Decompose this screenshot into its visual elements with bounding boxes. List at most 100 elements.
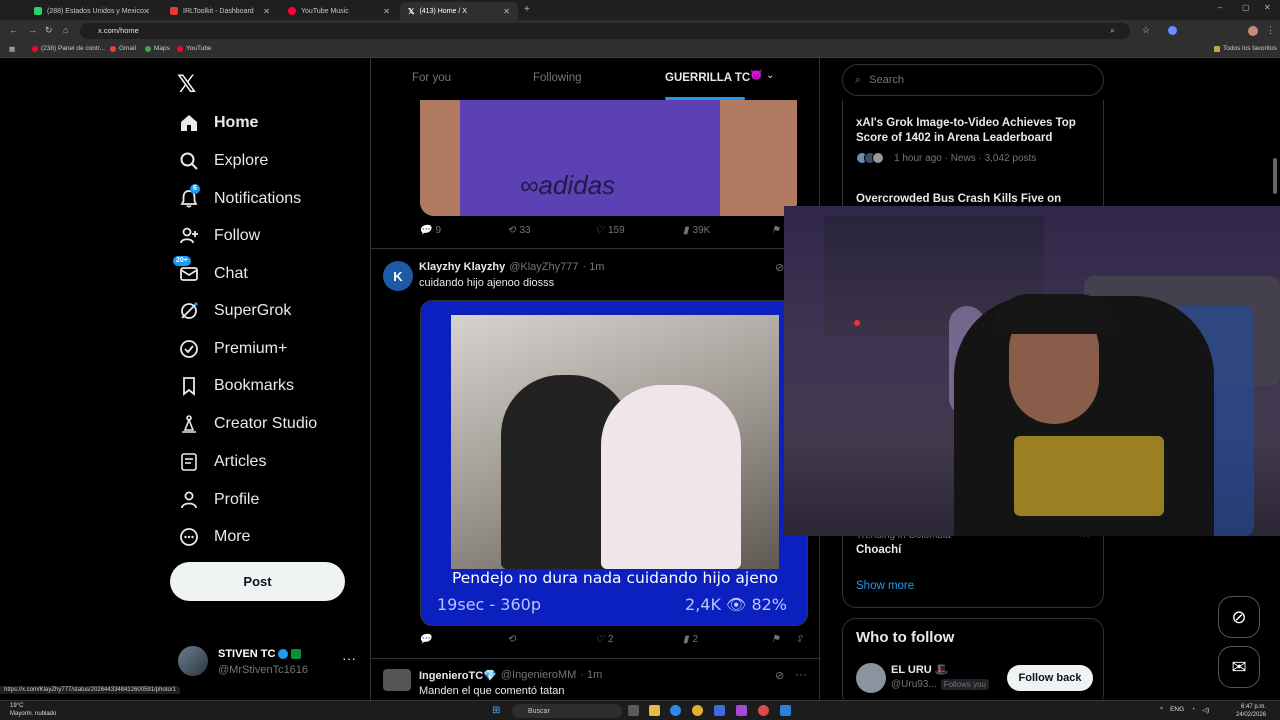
avatar[interactable] bbox=[383, 669, 411, 691]
url-input[interactable]: x.com/home bbox=[80, 23, 1130, 39]
bookmark-item[interactable]: (238) Panel de contr... bbox=[32, 45, 105, 52]
tweet-media-image[interactable]: Pendejo no dura nada cuidando hijo ajeno… bbox=[420, 300, 808, 626]
like-button[interactable]: ♡ 159 bbox=[595, 225, 625, 236]
show-more-link[interactable]: Show more bbox=[856, 580, 914, 592]
volume-icon[interactable]: ◁) bbox=[1202, 706, 1209, 714]
app-icon[interactable] bbox=[736, 705, 747, 716]
browser-tab-3[interactable]: YouTube Music ✕ bbox=[280, 2, 398, 20]
apps-icon[interactable]: ▦ bbox=[9, 45, 15, 53]
trend-title[interactable]: xAI's Grok Image-to-Video Achieves Top S… bbox=[856, 116, 1096, 146]
sidebar-item-chat[interactable]: 20+ Chat bbox=[173, 256, 248, 289]
views-button[interactable]: ▮ 39K bbox=[683, 225, 710, 236]
forward-icon[interactable]: → bbox=[28, 25, 37, 35]
chevron-up-icon[interactable]: ^ bbox=[1160, 706, 1163, 714]
extension-icon[interactable] bbox=[1168, 26, 1177, 35]
sidebar-item-articles[interactable]: Articles bbox=[178, 447, 266, 477]
repost-button[interactable]: ⟲ 33 bbox=[507, 225, 531, 236]
home-browser-icon[interactable]: ⌂ bbox=[63, 25, 68, 35]
tweet-author-name[interactable]: IngenieroTC💎 bbox=[419, 669, 497, 682]
messages-fab-button[interactable]: ✉ bbox=[1218, 646, 1260, 688]
close-window-icon[interactable]: ✕ bbox=[1264, 3, 1271, 12]
weather-widget[interactable]: 19°C Mayorm. nublado bbox=[10, 702, 56, 718]
back-icon[interactable]: ← bbox=[9, 25, 18, 35]
tweet-time[interactable]: · 1m bbox=[582, 261, 604, 273]
close-tab-icon[interactable]: ✕ bbox=[143, 7, 150, 16]
tweet-media-image[interactable]: ∞adidas bbox=[420, 100, 797, 216]
tab-following[interactable]: Following bbox=[533, 72, 582, 84]
windows-start-icon[interactable]: ⊞ bbox=[492, 705, 500, 716]
like-button[interactable]: ♡ 2 bbox=[595, 634, 614, 645]
browser-tab-1[interactable]: (288) Estados Unidos y Mexico ✕ bbox=[26, 2, 158, 20]
sidebar-item-more[interactable]: More bbox=[178, 522, 250, 552]
tweet-author-name[interactable]: Klayzhy Klayzhy bbox=[419, 261, 505, 273]
sidebar-item-home[interactable]: Home bbox=[178, 108, 258, 138]
file-explorer-icon[interactable] bbox=[649, 705, 660, 716]
chrome-icon[interactable] bbox=[692, 705, 703, 716]
wifi-icon[interactable]: ◔ bbox=[1191, 706, 1195, 714]
x-logo-icon[interactable]: 𝕏 bbox=[177, 70, 196, 98]
clock[interactable]: 6:47 p.m. 24/02/2026 bbox=[1236, 703, 1266, 719]
taskbar-search[interactable]: Buscar bbox=[512, 704, 622, 718]
tweet-ingeniero[interactable]: IngenieroTC💎 @IngenieroMM · 1m ⊘ ··· Man… bbox=[371, 658, 819, 700]
avatar[interactable] bbox=[856, 663, 886, 693]
new-tab-icon[interactable]: + bbox=[524, 4, 530, 15]
store-icon[interactable] bbox=[714, 705, 725, 716]
sidebar-item-notifications[interactable]: 6 Notifications bbox=[178, 184, 301, 214]
views-button[interactable]: ▮ 2 bbox=[683, 634, 698, 645]
tab-guerrilla-tc[interactable]: GUERRILLA TC bbox=[665, 72, 750, 84]
bookmark-button[interactable]: ⚑ bbox=[771, 634, 780, 645]
edge-icon[interactable] bbox=[670, 705, 681, 716]
trend-title[interactable]: Overcrowded Bus Crash Kills Five on bbox=[856, 192, 1096, 207]
reply-button[interactable]: 💬 9 bbox=[419, 225, 441, 236]
chevron-down-icon[interactable]: ⌄ bbox=[766, 70, 774, 81]
more-dots-icon[interactable]: ··· bbox=[795, 667, 807, 681]
sidebar-item-premium[interactable]: Premium+ bbox=[178, 334, 287, 364]
maximize-icon[interactable]: ▢ bbox=[1242, 3, 1250, 12]
search-input[interactable]: ⌕ Search bbox=[842, 64, 1104, 96]
follow-back-button[interactable]: Follow back bbox=[1007, 665, 1093, 691]
reload-icon[interactable]: ↻ bbox=[45, 25, 53, 36]
browser-tab-2[interactable]: IRLToolkit - Dashboard ✕ bbox=[162, 2, 278, 20]
grok-icon[interactable]: ⊘ bbox=[775, 261, 784, 274]
account-switcher[interactable]: STIVEN TC @MrStivenTc1616 ··· bbox=[178, 646, 358, 682]
reply-button[interactable]: 💬 bbox=[419, 634, 435, 645]
sidebar-item-supergrok[interactable]: SuperGrok bbox=[178, 296, 291, 326]
obs-icon[interactable] bbox=[758, 705, 769, 716]
tab-for-you[interactable]: For you bbox=[412, 72, 451, 84]
suggested-user-name[interactable]: EL URU 🎩 bbox=[891, 663, 949, 676]
close-tab-icon[interactable]: ✕ bbox=[503, 7, 510, 16]
bookmark-item[interactable]: YouTube bbox=[177, 45, 212, 52]
grok-fab-button[interactable]: ⊘ bbox=[1218, 596, 1260, 638]
bookmark-item[interactable]: Maps bbox=[145, 45, 170, 52]
bookmark-button[interactable]: ⚑ bbox=[771, 225, 780, 236]
repost-button[interactable]: ⟲ bbox=[507, 634, 519, 645]
tweet-time[interactable]: · 1m bbox=[580, 669, 602, 682]
close-tab-icon[interactable]: ✕ bbox=[383, 7, 390, 16]
sidebar-item-explore[interactable]: Explore bbox=[178, 146, 268, 176]
scrollbar[interactable] bbox=[1273, 158, 1277, 194]
close-tab-icon[interactable]: ✕ bbox=[263, 7, 270, 16]
bookmark-item[interactable]: Gmail bbox=[110, 45, 136, 52]
post-button[interactable]: Post bbox=[170, 562, 345, 601]
task-view-icon[interactable] bbox=[628, 705, 639, 716]
avatar[interactable]: K bbox=[383, 261, 413, 291]
star-icon[interactable]: ☆ bbox=[1142, 25, 1150, 36]
language-indicator[interactable]: ENG bbox=[1170, 706, 1184, 714]
sidebar-item-creator-studio[interactable]: Creator Studio bbox=[178, 409, 317, 439]
zoom-icon[interactable]: ⌕ bbox=[1110, 25, 1115, 36]
browser-tab-4[interactable]: 𝕏 (413) Home / X ✕ bbox=[400, 2, 518, 20]
all-bookmarks[interactable]: Todos los favoritos bbox=[1214, 45, 1277, 52]
more-dots-icon[interactable]: ··· bbox=[342, 650, 356, 666]
tweet-author-handle[interactable]: @KlayZhy777 bbox=[509, 261, 578, 273]
minimize-icon[interactable]: – bbox=[1218, 3, 1222, 12]
menu-icon[interactable]: ⋮ bbox=[1266, 25, 1275, 36]
grok-icon[interactable]: ⊘ bbox=[775, 669, 784, 682]
sidebar-item-follow[interactable]: Follow bbox=[178, 221, 260, 251]
sidebar-item-profile[interactable]: Profile bbox=[178, 485, 259, 515]
tweet-author-handle[interactable]: @IngenieroMM bbox=[501, 669, 576, 682]
app2-icon[interactable] bbox=[780, 705, 791, 716]
sidebar-item-bookmarks[interactable]: Bookmarks bbox=[178, 371, 294, 401]
profile-avatar-icon[interactable] bbox=[1248, 26, 1258, 36]
trend-title[interactable]: Choachí bbox=[856, 543, 1096, 558]
share-button[interactable]: ⇪ bbox=[795, 634, 803, 645]
